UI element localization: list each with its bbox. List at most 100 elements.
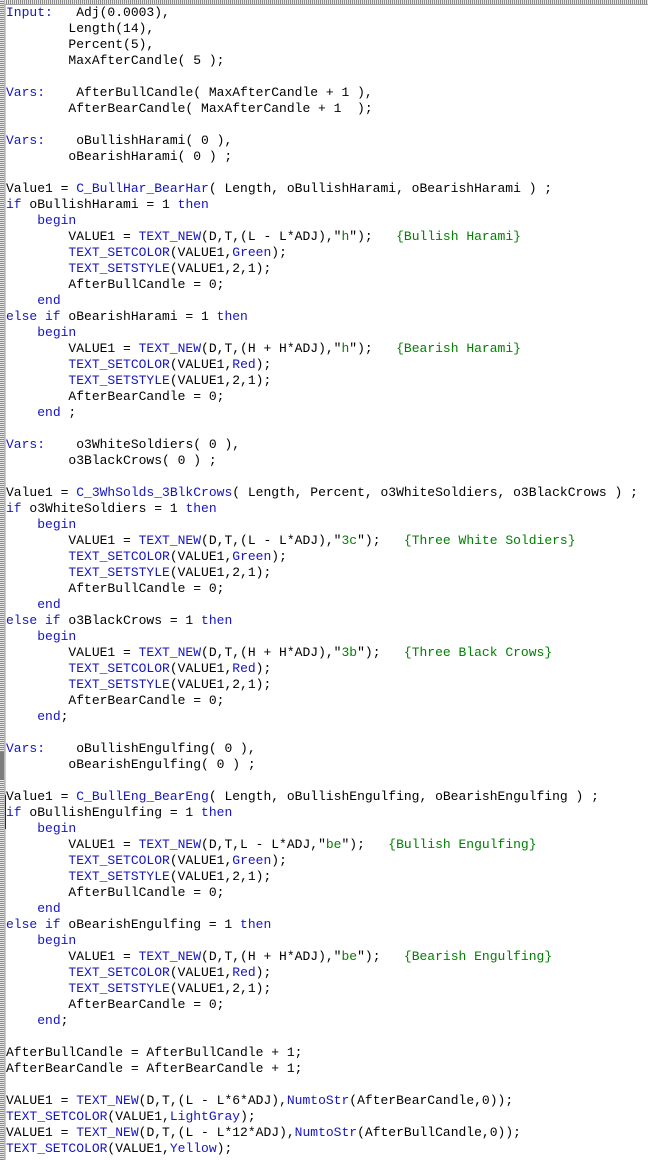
code-line: TEXT_SETCOLOR(VALUE1,Red); <box>6 661 648 677</box>
code-line: Vars: AfterBullCandle( MaxAfterCandle + … <box>6 85 648 101</box>
code-token-fn: NumtoStr <box>294 1125 358 1140</box>
code-line: TEXT_SETSTYLE(VALUE1,2,1); <box>6 677 648 693</box>
code-token-plain: (D,T,(L - L*ADJ)," <box>201 533 342 548</box>
code-line: VALUE1 = TEXT_NEW(D,T,(L - L*6*ADJ),Numt… <box>6 1093 648 1109</box>
code-token-plain: Value1 = <box>6 789 77 804</box>
code-line: VALUE1 = TEXT_NEW(D,T,(H + H*ADJ),"h"); … <box>6 341 648 357</box>
code-token-fn: TEXT_SETCOLOR <box>6 1141 108 1156</box>
code-token-plain: ); <box>271 853 287 868</box>
code-line: begin <box>6 213 648 229</box>
code-token-plain: (AfterBearCandle,0)); <box>349 1093 514 1108</box>
code-token-plain: Value1 = <box>6 485 77 500</box>
code-line: VALUE1 = TEXT_NEW(D,T,(H + H*ADJ),"3b");… <box>6 645 648 661</box>
code-token-plain: "); <box>357 949 404 964</box>
code-token-kw: else if <box>6 309 61 324</box>
code-token-plain: oBullishHarami = 1 <box>21 197 178 212</box>
code-line: TEXT_SETSTYLE(VALUE1,2,1); <box>6 373 648 389</box>
code-token-str: be <box>325 837 342 852</box>
code-line: VALUE1 = TEXT_NEW(D,T,(L - L*ADJ),"h"); … <box>6 229 648 245</box>
code-token-plain: MaxAfterCandle( 5 ); <box>6 53 225 68</box>
code-token-fn: C_3WhSolds_3BlkCrows <box>76 485 233 500</box>
code-token-plain: (VALUE1, <box>169 357 233 372</box>
code-token-fn: TEXT_SETSTYLE <box>68 373 170 388</box>
code-token-kw: begin <box>37 325 77 340</box>
code-token-plain: VALUE1 = <box>6 645 139 660</box>
code-token-fn: TEXT_SETSTYLE <box>68 261 170 276</box>
code-token-plain: AfterBullCandle = AfterBullCandle + 1; <box>6 1045 303 1060</box>
code-token-fn: NumtoStr <box>286 1093 350 1108</box>
code-line: Value1 = C_BullHar_BearHar( Length, oBul… <box>6 181 648 197</box>
code-token-fn: Yellow <box>169 1141 217 1156</box>
code-token-kw: end <box>37 597 61 612</box>
code-token-plain: (VALUE1, <box>169 245 233 260</box>
code-token-plain: o3BlackCrows = 1 <box>60 613 202 628</box>
code-token-plain: "); <box>349 229 397 244</box>
code-token-plain: (D,T,(L - L*ADJ)," <box>201 229 342 244</box>
code-token-plain: ( Length, oBullishEngulfing, oBearishEng… <box>208 789 599 804</box>
code-token-plain: o3BlackCrows( 0 ) ; <box>6 453 217 468</box>
code-line: TEXT_SETCOLOR(VALUE1,Red); <box>6 357 648 373</box>
code-line: begin <box>6 517 648 533</box>
code-line: TEXT_SETCOLOR(VALUE1,Green); <box>6 853 648 869</box>
code-token-kw: Input: <box>6 5 53 20</box>
code-token-kw: then <box>177 197 209 212</box>
code-token-plain: VALUE1 = <box>6 949 139 964</box>
code-line: Value1 = C_BullEng_BearEng( Length, oBul… <box>6 789 648 805</box>
code-token-kw: begin <box>37 517 77 532</box>
code-token-plain: VALUE1 = <box>6 533 139 548</box>
code-token-plain: ); <box>271 245 287 260</box>
code-token-plain: AfterBearCandle = 0; <box>6 693 225 708</box>
code-line: Vars: oBullishEngulfing( 0 ), <box>6 741 648 757</box>
code-line: oBearishEngulfing( 0 ) ; <box>6 757 648 773</box>
code-token-plain: VALUE1 = <box>6 341 139 356</box>
code-token-plain: AfterBearCandle = 0; <box>6 997 225 1012</box>
code-line: end; <box>6 709 648 725</box>
code-token-plain: VALUE1 = <box>6 1093 77 1108</box>
code-token-fn: Green <box>232 245 272 260</box>
vertical-scrollbar-thumb[interactable] <box>0 752 4 780</box>
code-token-fn: TEXT_SETCOLOR <box>68 549 170 564</box>
code-line: AfterBearCandle = AfterBearCandle + 1; <box>6 1061 648 1077</box>
code-line: Vars: oBullishHarami( 0 ), <box>6 133 648 149</box>
code-line: Value1 = C_3WhSolds_3BlkCrows( Length, P… <box>6 485 648 501</box>
code-line: if oBullishEngulfing = 1 then <box>6 805 648 821</box>
code-token-plain: "); <box>341 837 389 852</box>
code-token-plain: o3WhiteSoldiers = 1 <box>21 501 186 516</box>
code-text-area[interactable]: Input: Adj(0.0003), Length(14), Percent(… <box>6 5 648 1160</box>
code-token-kw: begin <box>37 821 77 836</box>
code-line: begin <box>6 325 648 341</box>
code-token-plain: (VALUE1,2,1); <box>169 565 272 580</box>
code-line: VALUE1 = TEXT_NEW(D,T,(L - L*ADJ),"3c");… <box>6 533 648 549</box>
code-line: TEXT_SETSTYLE(VALUE1,2,1); <box>6 981 648 997</box>
code-token-kw: end <box>37 709 61 724</box>
code-token-plain: (D,T,(H + H*ADJ)," <box>201 645 342 660</box>
code-token-fn: TEXT_SETCOLOR <box>6 1109 108 1124</box>
code-token-fn: Green <box>232 549 272 564</box>
code-token-kw: end <box>37 405 61 420</box>
code-token-plain: Adj(0.0003), <box>52 5 170 20</box>
code-token-cmt: {Bullish Engulfing} <box>388 837 537 852</box>
code-token-plain: VALUE1 = <box>6 1125 77 1140</box>
code-token-plain: (VALUE1, <box>169 661 233 676</box>
code-line: TEXT_SETCOLOR(VALUE1,Red); <box>6 965 648 981</box>
code-token-fn: TEXT_SETSTYLE <box>68 869 170 884</box>
code-line: begin <box>6 933 648 949</box>
code-token-plain: AfterBullCandle = 0; <box>6 277 225 292</box>
code-token-fn: Red <box>232 965 256 980</box>
code-line: AfterBullCandle = 0; <box>6 277 648 293</box>
